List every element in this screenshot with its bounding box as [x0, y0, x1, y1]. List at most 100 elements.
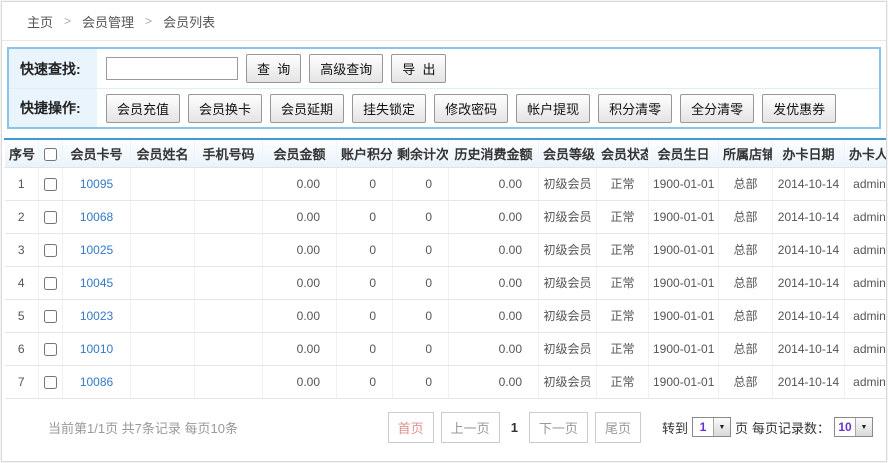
breadcrumb-item-home[interactable]: 主页: [27, 12, 53, 31]
advanced-search-button[interactable]: 高级查询: [309, 54, 383, 83]
row-card-no: 10095: [63, 167, 131, 200]
member-card-link[interactable]: 10086: [80, 375, 113, 389]
row-checkbox[interactable]: [44, 376, 57, 389]
row-checkbox-cell: [39, 365, 63, 398]
last-page-button[interactable]: 尾页: [595, 412, 641, 443]
header-birthday: 会员生日: [649, 139, 719, 167]
row-operator: admin: [845, 233, 888, 266]
quick-action-button[interactable]: 会员换卡: [188, 94, 262, 123]
member-card-link[interactable]: 10045: [80, 276, 113, 290]
row-phone: [195, 266, 263, 299]
row-card-no: 10045: [63, 266, 131, 299]
row-history: 0.00: [449, 266, 539, 299]
quick-action-button[interactable]: 会员充值: [106, 94, 180, 123]
page-size-label: 每页记录数：: [752, 418, 830, 437]
next-page-button[interactable]: 下一页: [529, 412, 588, 443]
row-level: 初级会员: [539, 332, 597, 365]
row-history: 0.00: [449, 299, 539, 332]
quick-action-button[interactable]: 发优惠券: [762, 94, 836, 123]
row-times: 0: [393, 200, 449, 233]
row-points: 0: [337, 266, 393, 299]
table-header-row: 序号 会员卡号 会员姓名 手机号码 会员金额 账户积分 剩余计次 历史消费金额 …: [5, 139, 888, 167]
row-name: [131, 167, 195, 200]
quick-action-button[interactable]: 修改密码: [434, 94, 508, 123]
page-size-select[interactable]: 10 ▼: [834, 417, 873, 437]
quick-search-input[interactable]: [106, 57, 238, 80]
prev-page-button[interactable]: 上一页: [441, 412, 500, 443]
row-times: 0: [393, 299, 449, 332]
row-history: 0.00: [449, 167, 539, 200]
row-status: 正常: [597, 266, 649, 299]
row-birthday: 1900-01-01: [649, 365, 719, 398]
row-times: 0: [393, 167, 449, 200]
row-checkbox[interactable]: [44, 178, 57, 191]
row-store: 总部: [719, 266, 773, 299]
breadcrumb-item-member-management[interactable]: 会员管理: [82, 12, 134, 31]
row-amount: 0.00: [263, 266, 337, 299]
page-size-value: 10: [835, 418, 855, 436]
quick-action-button[interactable]: 挂失锁定: [352, 94, 426, 123]
goto-page-select[interactable]: 1 ▼: [692, 417, 731, 437]
header-phone: 手机号码: [195, 139, 263, 167]
row-checkbox[interactable]: [44, 244, 57, 257]
chevron-down-icon: ▼: [713, 418, 730, 436]
row-card-no: 10025: [63, 233, 131, 266]
row-name: [131, 233, 195, 266]
quick-action-button[interactable]: 会员延期: [270, 94, 344, 123]
member-list-page: 主页 > 会员管理 > 会员列表 快速查找: 查 询 高级查询 导 出 快捷操作…: [1, 1, 887, 462]
member-card-link[interactable]: 10023: [80, 309, 113, 323]
quick-action-button[interactable]: 全分清零: [680, 94, 754, 123]
member-card-link[interactable]: 10068: [80, 210, 113, 224]
quick-actions-row: 快捷操作: 会员充值会员换卡会员延期挂失锁定修改密码帐户提现积分清零全分清零发优…: [9, 88, 879, 127]
row-card-date: 2014-10-14: [773, 266, 845, 299]
row-amount: 0.00: [263, 299, 337, 332]
member-table-wrap: 序号 会员卡号 会员姓名 手机号码 会员金额 账户积分 剩余计次 历史消费金额 …: [4, 138, 884, 399]
row-phone: [195, 233, 263, 266]
row-operator: admin: [845, 200, 888, 233]
row-checkbox[interactable]: [44, 277, 57, 290]
member-card-link[interactable]: 10010: [80, 342, 113, 356]
row-checkbox-cell: [39, 167, 63, 200]
row-card-date: 2014-10-14: [773, 365, 845, 398]
row-checkbox[interactable]: [44, 310, 57, 323]
header-amount: 会员金额: [263, 139, 337, 167]
row-status: 正常: [597, 167, 649, 200]
member-card-link[interactable]: 10095: [80, 177, 113, 191]
header-level: 会员等级: [539, 139, 597, 167]
row-level: 初级会员: [539, 266, 597, 299]
row-times: 0: [393, 365, 449, 398]
row-operator: admin: [845, 332, 888, 365]
member-card-link[interactable]: 10025: [80, 243, 113, 257]
row-checkbox[interactable]: [44, 211, 57, 224]
row-points: 0: [337, 233, 393, 266]
goto-label: 转到: [662, 418, 688, 437]
quick-action-button[interactable]: 积分清零: [598, 94, 672, 123]
row-points: 0: [337, 167, 393, 200]
first-page-button[interactable]: 首页: [388, 412, 434, 443]
row-history: 0.00: [449, 200, 539, 233]
export-button[interactable]: 导 出: [391, 54, 446, 83]
row-level: 初级会员: [539, 200, 597, 233]
member-table-body: 1 10095 0.00 0 0 0.00 初级会员 正常 1900-01-01…: [5, 167, 888, 398]
row-status: 正常: [597, 233, 649, 266]
row-operator: admin: [845, 167, 888, 200]
goto-suffix: 页: [735, 418, 748, 437]
table-row: 6 10010 0.00 0 0 0.00 初级会员 正常 1900-01-01…: [5, 332, 888, 365]
header-select-all: [39, 139, 63, 167]
row-card-date: 2014-10-14: [773, 299, 845, 332]
table-row: 7 10086 0.00 0 0 0.00 初级会员 正常 1900-01-01…: [5, 365, 888, 398]
row-checkbox[interactable]: [44, 343, 57, 356]
row-store: 总部: [719, 299, 773, 332]
row-amount: 0.00: [263, 365, 337, 398]
search-button[interactable]: 查 询: [246, 54, 301, 83]
row-amount: 0.00: [263, 332, 337, 365]
header-card-date: 办卡日期: [773, 139, 845, 167]
quick-action-button[interactable]: 帐户提现: [516, 94, 590, 123]
row-card-no: 10023: [63, 299, 131, 332]
row-operator: admin: [845, 266, 888, 299]
row-level: 初级会员: [539, 167, 597, 200]
table-row: 5 10023 0.00 0 0 0.00 初级会员 正常 1900-01-01…: [5, 299, 888, 332]
row-amount: 0.00: [263, 233, 337, 266]
pagination-bar: 当前第1/1页 共7条记录 每页10条 首页 上一页 1 下一页 尾页 转到 1…: [15, 412, 873, 443]
select-all-checkbox[interactable]: [44, 148, 57, 161]
